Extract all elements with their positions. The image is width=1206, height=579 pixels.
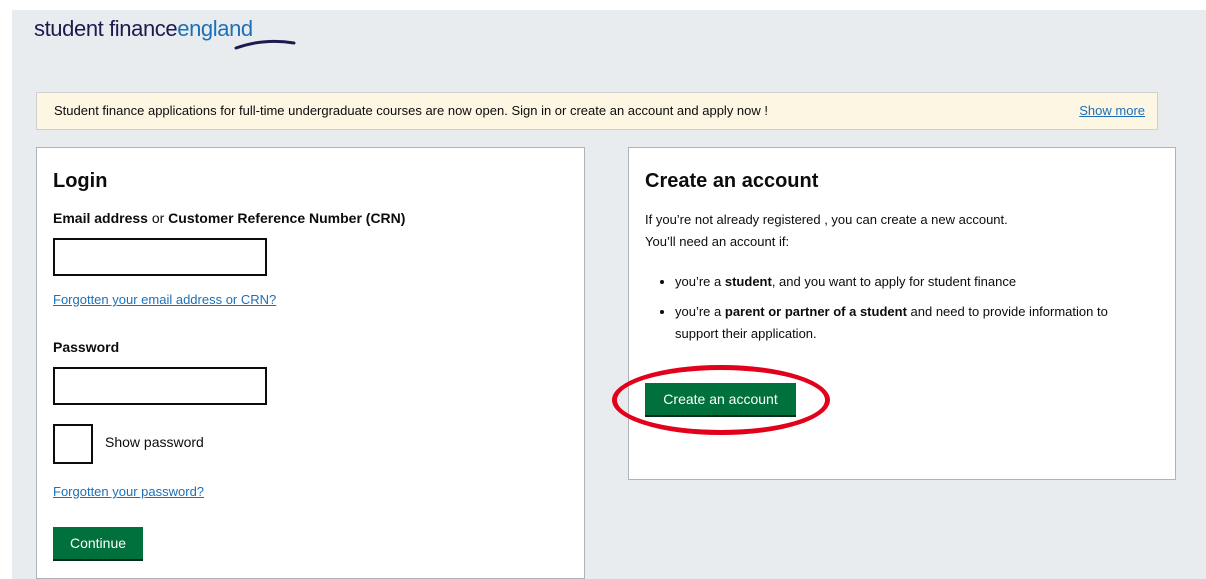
banner-message: Student finance applications for full-ti… [54,103,768,118]
show-more-link[interactable]: Show more [1079,93,1145,129]
create-account-panel: Create an account If you’re not already … [628,147,1176,480]
email-field-label: Email address or Customer Reference Numb… [53,210,405,226]
email-field[interactable] [53,238,267,276]
notification-banner: Student finance applications for full-ti… [36,92,1158,130]
login-panel: Login Email address or Customer Referenc… [36,147,585,579]
bullet2-bold: parent or partner of a student [724,304,907,319]
password-field-label: Password [53,339,120,355]
continue-button[interactable]: Continue [53,527,143,559]
bullet1-pre: you’re a [675,274,725,289]
list-item: you’re a student, and you want to apply … [675,271,1145,293]
list-item: you’re a parent or partner of a student … [675,301,1145,345]
logo-swoosh-icon [234,39,296,50]
bullet2-pre: you’re a [675,304,725,319]
create-account-title: Create an account [645,170,819,192]
logo-text-part1: student finance [34,16,178,41]
show-password-label[interactable]: Show password [105,434,204,450]
student-finance-england-logo[interactable]: student financeengland [34,16,296,50]
create-account-button[interactable]: Create an account [645,383,796,415]
email-label-bold: Email address [53,210,148,226]
account-reasons-list: you’re a student, and you want to apply … [645,271,1145,353]
crn-label-bold: Customer Reference Number (CRN) [168,210,406,226]
bullet1-bold: student [724,274,772,289]
bullet1-post: , and you want to apply for student fina… [771,274,1017,289]
forgotten-email-link[interactable]: Forgotten your email address or CRN? [53,292,276,307]
create-account-intro-1: If you’re not already registered , you c… [645,212,1008,227]
page-background: student financeengland Student finance a… [12,10,1206,579]
create-account-intro-2: You’ll need an account if: [645,234,790,249]
forgotten-password-link[interactable]: Forgotten your password? [53,484,204,499]
password-field[interactable] [53,367,267,405]
login-title: Login [53,170,108,192]
email-label-or: or [147,210,169,226]
show-password-checkbox[interactable] [53,424,93,464]
